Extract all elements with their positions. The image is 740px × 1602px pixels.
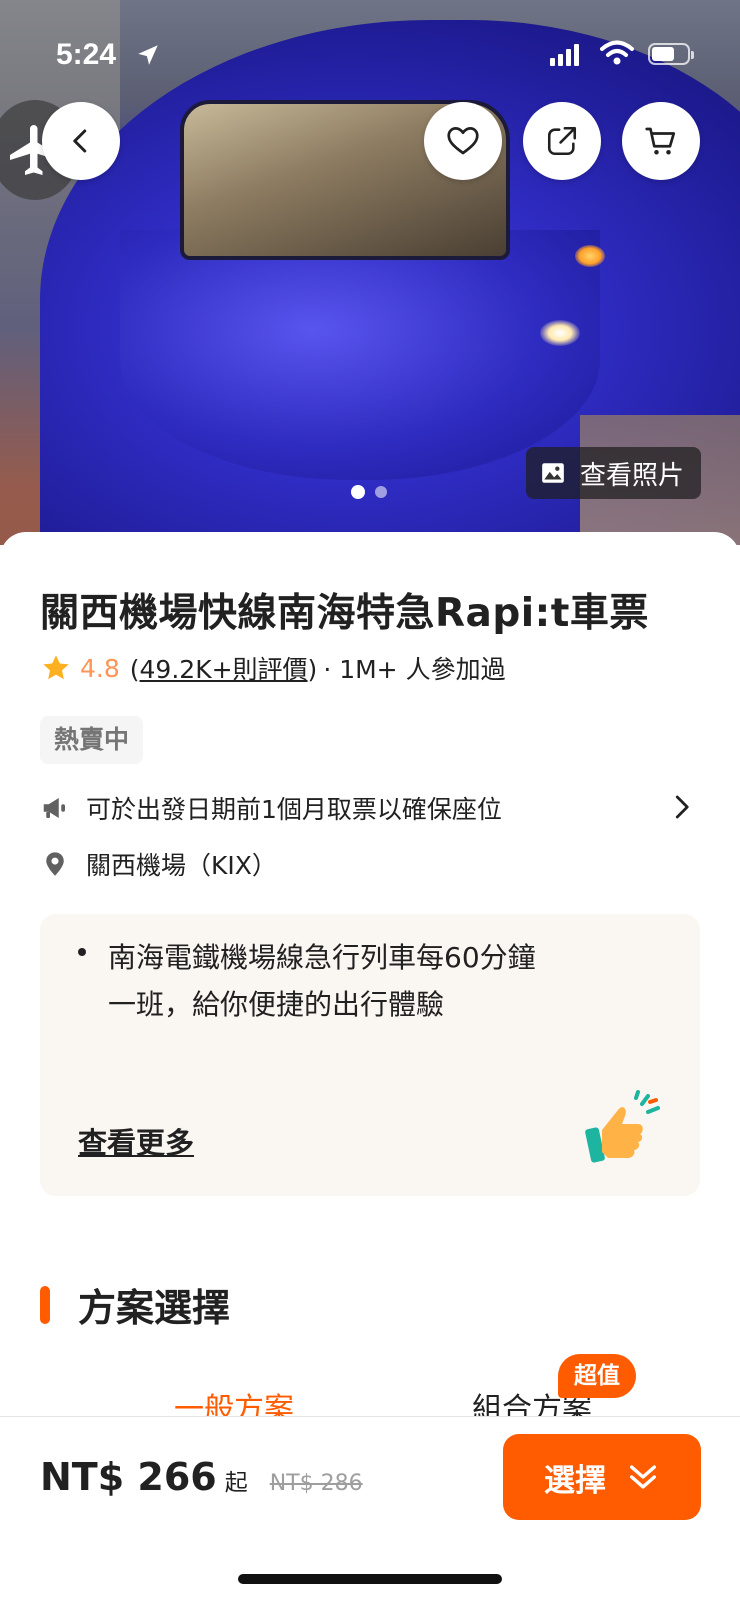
- highlight-text: 南海電鐵機場線急行列車每60分鐘一班，給你便捷的出行體驗: [108, 941, 536, 1021]
- view-photos-label: 查看照片: [580, 460, 685, 491]
- select-button-label: 選擇: [544, 1462, 606, 1499]
- highlight-card: 南海電鐵機場線急行列車每60分鐘一班，給你便捷的出行體驗 查看更多: [40, 914, 700, 1196]
- wifi-icon: [600, 40, 634, 70]
- cart-icon: [645, 127, 676, 155]
- location-row[interactable]: 關西機場（KIX）: [40, 842, 700, 886]
- bullet-dot: [78, 948, 86, 956]
- carousel-dot: [375, 486, 387, 498]
- reviews-open-paren: (: [129, 655, 140, 684]
- price-suffix: 起: [224, 1470, 248, 1496]
- location-text: 關西機場（KIX）: [86, 851, 277, 880]
- heart-icon: [447, 127, 479, 155]
- view-photos-button[interactable]: 查看照片: [526, 447, 701, 499]
- chevron-left-icon: [73, 129, 87, 153]
- star-icon: [43, 655, 69, 680]
- current-price: NT$ 266: [40, 1455, 217, 1499]
- thumbs-up-icon: [580, 1090, 660, 1174]
- image-icon: [542, 463, 564, 483]
- see-more-link[interactable]: 查看更多: [78, 1120, 194, 1162]
- carousel-indicator: [351, 485, 387, 499]
- product-title: 關西機場快線南海特急Rapi:t車票: [40, 591, 649, 636]
- original-price: NT$ 286: [269, 1471, 363, 1496]
- value-badge: 超值: [558, 1354, 636, 1398]
- hot-selling-tag: 熱賣中: [40, 716, 144, 764]
- back-button[interactable]: [42, 102, 120, 180]
- location-arrow-icon: [135, 42, 161, 72]
- train-headlight: [540, 320, 580, 346]
- map-pin-icon: [40, 849, 70, 879]
- price-block: NT$ 266 起 NT$ 286: [40, 1455, 363, 1499]
- favorite-button[interactable]: [424, 102, 502, 180]
- rating-score: 4.8: [80, 653, 120, 683]
- train-marker-light: [575, 245, 605, 267]
- carousel-dot-active: [351, 485, 365, 499]
- home-indicator: [238, 1574, 502, 1584]
- notice-text: 可於出發日期前1個月取票以確保座位: [86, 795, 502, 824]
- status-bar: 5:24: [0, 30, 740, 80]
- double-chevron-down-icon: [629, 1465, 657, 1489]
- megaphone-icon: [40, 793, 70, 823]
- status-time: 5:24: [56, 38, 117, 71]
- share-button[interactable]: [523, 102, 601, 180]
- battery-icon: [648, 43, 694, 65]
- participants-count: · 1M+ 人參加過: [323, 655, 506, 684]
- plans-section-title: 方案選擇: [40, 1277, 230, 1332]
- plans-title-label: 方案選擇: [78, 1286, 231, 1330]
- select-button[interactable]: 選擇: [503, 1434, 701, 1520]
- train-nose: [120, 230, 600, 480]
- share-icon: [547, 126, 577, 156]
- cellular-signal-icon: [550, 44, 582, 70]
- rating-row: 4.8 (49.2K+則評價) · 1M+ 人參加過: [40, 650, 506, 686]
- section-accent-bar: [40, 1285, 50, 1324]
- cart-button[interactable]: [622, 102, 700, 180]
- reviews-link[interactable]: (49.2K+則評價): [130, 650, 318, 686]
- chevron-right-icon: [666, 792, 696, 828]
- reviews-count: 49.2K+則評價: [139, 655, 308, 684]
- notice-row[interactable]: 可於出發日期前1個月取票以確保座位: [40, 786, 700, 830]
- reviews-close-paren: ): [307, 655, 318, 684]
